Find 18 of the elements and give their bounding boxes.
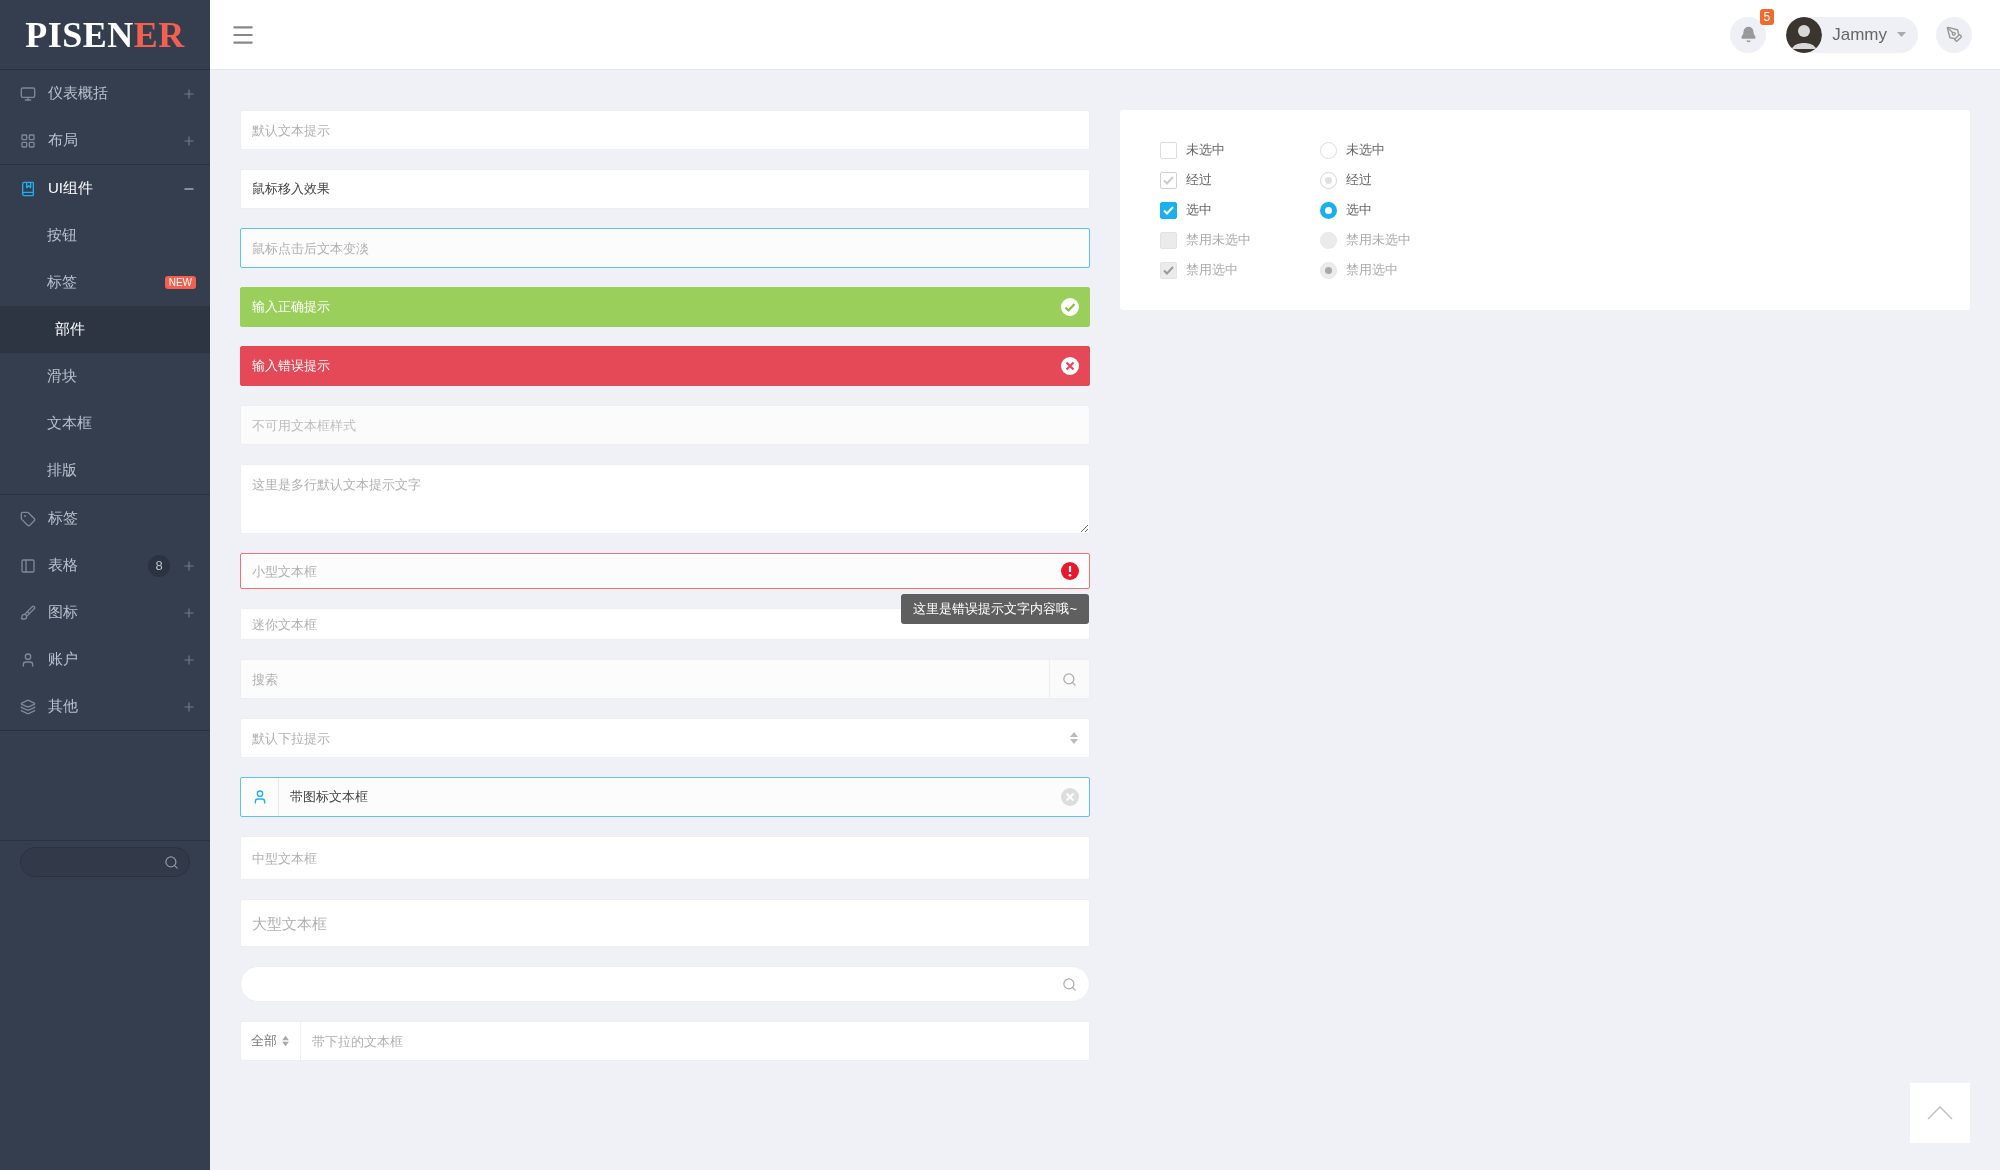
checkbox-label: 禁用选中 [1186,261,1238,279]
new-badge: NEW [164,276,196,289]
radio-label: 未选中 [1346,141,1385,159]
error-tooltip: 这里是错误提示文字内容哦~ [901,594,1089,624]
checkbox-label: 选中 [1186,201,1212,219]
logo: PISENER [25,13,185,56]
notification-count: 5 [1759,8,1775,25]
radio-label: 禁用未选中 [1346,231,1411,249]
success-message: 输入正确提示 [251,298,331,316]
radio-label: 禁用选中 [1346,261,1398,279]
count-badge: 8 [148,554,170,577]
checkbox-label: 禁用未选中 [1186,231,1251,249]
checkbox-label: 经过 [1186,171,1212,189]
error-message: 输入错误提示 [251,357,331,375]
checkbox-label: 未选中 [1186,141,1225,159]
user-name: Jammy [1832,24,1887,45]
radio-label: 经过 [1346,171,1372,189]
radio-label: 选中 [1346,201,1372,219]
